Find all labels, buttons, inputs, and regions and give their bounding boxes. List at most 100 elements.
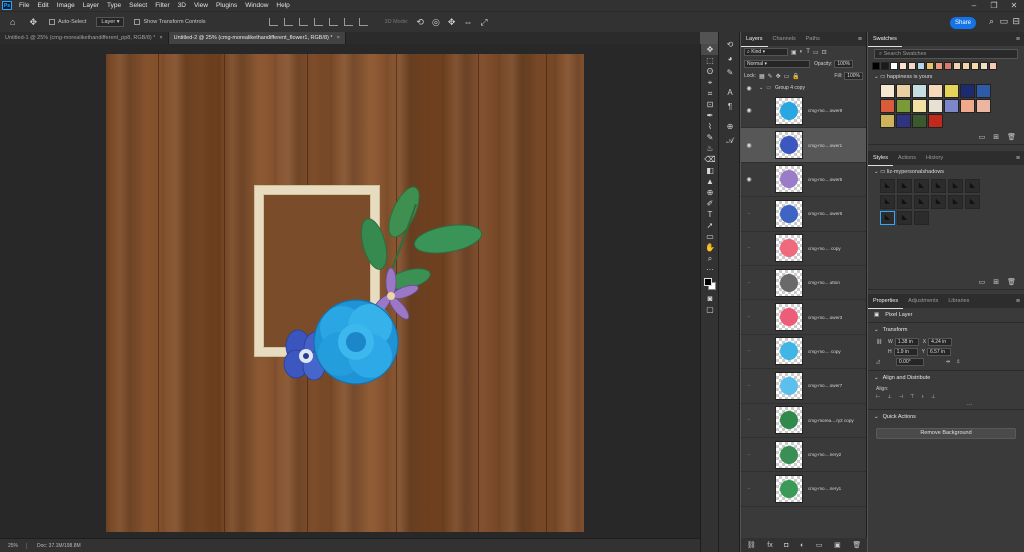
doc-tab-untitled-1[interactable]: Untitled-1 @ 25% (cmg-morealikethandiffe… <box>0 32 169 44</box>
foreground-color-swatch[interactable] <box>704 278 712 286</box>
align-left-icon[interactable] <box>268 18 278 26</box>
opacity-field[interactable]: 100% <box>834 60 854 68</box>
tab-paths[interactable]: Paths <box>801 32 825 46</box>
color-swatch[interactable] <box>980 62 988 70</box>
color-swatch[interactable] <box>989 62 997 70</box>
filter-shape-icon[interactable]: ▭ <box>813 49 819 56</box>
wood-background-layer[interactable] <box>106 54 584 532</box>
color-picker[interactable] <box>701 275 719 293</box>
swatch-group-header[interactable]: ⌄ ▭ happiness is yours <box>874 74 1018 80</box>
blend-mode-dropdown[interactable]: Normal ▾ <box>744 60 810 68</box>
workspace-icon[interactable]: ▭ <box>999 16 1008 27</box>
flip-vertical-icon[interactable]: ⇳ <box>956 359 960 365</box>
filter-type-icon[interactable]: T <box>806 49 810 55</box>
layer-row[interactable]: · cmg-mo....nery1 <box>741 472 866 507</box>
color-swatch[interactable] <box>896 84 911 98</box>
width-field[interactable]: 1.38 in <box>894 338 919 346</box>
height-field[interactable]: 1.9 in <box>893 348 918 356</box>
section-chevron-icon[interactable]: ⌄ <box>874 375 879 381</box>
color-swatch[interactable] <box>976 99 991 113</box>
color-swatch[interactable] <box>912 114 927 128</box>
align-section-header[interactable]: ⌄ Align and Distribute <box>868 371 1024 385</box>
panel-menu-icon[interactable]: ≡ <box>1016 36 1020 43</box>
more-options-icon[interactable]: ··· <box>967 402 972 408</box>
style-preset-icon[interactable]: ◣ <box>965 179 980 193</box>
menu-image[interactable]: Image <box>53 0 79 11</box>
style-preset-icon[interactable]: ◣ <box>897 211 912 225</box>
show-transform-checkbox[interactable] <box>134 19 141 25</box>
align-v-centers-icon[interactable]: ⊦ <box>921 394 924 400</box>
align-top-icon[interactable] <box>313 18 323 26</box>
visibility-off-icon[interactable]: · <box>741 383 757 389</box>
color-swatch[interactable] <box>896 99 911 113</box>
character-panel-icon[interactable]: A <box>719 86 741 100</box>
distribute-icon[interactable] <box>358 18 368 26</box>
color-swatch[interactable] <box>880 114 895 128</box>
flower-cluster-artwork[interactable] <box>106 54 584 532</box>
3d-scale-icon[interactable]: ⤢ <box>480 17 487 28</box>
color-swatch[interactable] <box>880 84 895 98</box>
color-swatch[interactable] <box>872 62 880 70</box>
color-swatch[interactable] <box>880 99 895 113</box>
menu-plugins[interactable]: Plugins <box>212 0 241 11</box>
tab-swatches[interactable]: Swatches <box>868 32 902 47</box>
spot-heal-tool-icon[interactable]: ⌇ <box>701 121 719 132</box>
style-preset-icon[interactable] <box>914 211 929 225</box>
color-swatch[interactable] <box>971 62 979 70</box>
flip-horizontal-icon[interactable]: ⇹ <box>946 359 950 365</box>
filter-smart-icon[interactable]: ⊡ <box>822 49 827 56</box>
group-expand-chevron-icon[interactable]: ⌄ <box>874 169 879 175</box>
layer-row[interactable]: · cmg-mo....ower3 <box>741 300 866 335</box>
3d-slide-icon[interactable]: ⇔ <box>463 17 472 27</box>
move-tool-icon[interactable]: ✥ <box>29 17 37 28</box>
brushes-panel-icon[interactable]: ✎ <box>719 66 741 80</box>
gradient-tool-icon[interactable]: ◧ <box>701 165 719 176</box>
filter-pixel-icon[interactable]: ▣ <box>791 49 797 56</box>
close-tab-icon[interactable]: × <box>337 35 340 41</box>
move-tool-icon[interactable]: ✥ <box>701 44 719 55</box>
layer-row[interactable]: · cmg-mo....nery2 <box>741 438 866 473</box>
transform-section-header[interactable]: ⌄ Transform <box>868 323 1024 337</box>
style-preset-icon[interactable]: ◣ <box>965 195 980 209</box>
type-tool-icon[interactable]: T <box>701 209 719 220</box>
visibility-eye-icon[interactable]: ◉ <box>741 176 757 183</box>
color-swatch[interactable] <box>944 62 952 70</box>
tab-properties[interactable]: Properties <box>868 294 904 309</box>
close-button[interactable]: ✕ <box>1004 0 1024 11</box>
group-expand-chevron-icon[interactable]: ⌄ <box>759 85 763 91</box>
color-swatch[interactable] <box>890 62 898 70</box>
visibility-off-icon[interactable]: · <box>741 348 757 354</box>
visibility-eye-icon[interactable]: ◉ <box>741 107 757 114</box>
lasso-tool-icon[interactable]: ʘ <box>701 66 719 77</box>
crop-tool-icon[interactable]: ⌗ <box>701 88 719 99</box>
auto-select-target-dropdown[interactable]: Layer ▾ <box>96 17 125 27</box>
new-swatch-icon[interactable]: ⊞ <box>993 133 999 141</box>
color-swatch[interactable] <box>960 99 975 113</box>
pen-tool-icon[interactable]: ✐ <box>701 198 719 209</box>
align-top-edges-icon[interactable]: ⊤ <box>910 394 914 400</box>
color-swatch[interactable] <box>912 84 927 98</box>
hand-tool-icon[interactable]: ✋ <box>701 242 719 253</box>
style-preset-icon[interactable]: ◣ <box>948 195 963 209</box>
dodge-tool-icon[interactable]: ⊕ <box>701 187 719 198</box>
tab-layers[interactable]: Layers <box>741 32 768 47</box>
menu-type[interactable]: Type <box>103 0 125 11</box>
share-button[interactable]: Share <box>950 17 976 29</box>
menu-view[interactable]: View <box>190 0 212 11</box>
tab-history[interactable]: History <box>921 151 948 165</box>
color-swatch[interactable] <box>953 62 961 70</box>
3d-pan-icon[interactable]: ✥ <box>448 17 456 28</box>
glyphs-panel-icon[interactable]: 𝒜 <box>719 134 741 148</box>
menu-file[interactable]: File <box>15 0 33 11</box>
angle-field[interactable]: 0.00° <box>896 358 924 366</box>
3d-orbit-icon[interactable]: ⟲ <box>416 17 424 28</box>
layer-row[interactable]: · cmg-mo....ower7 <box>741 369 866 404</box>
doc-tab-untitled-2[interactable]: Untitled-2 @ 25% (cmg-morealikethandiffe… <box>168 32 346 44</box>
group-expand-chevron-icon[interactable]: ⌄ <box>874 74 879 80</box>
new-layer-icon[interactable]: ▣ <box>834 541 841 549</box>
color-swatch[interactable] <box>960 84 975 98</box>
panel-menu-icon[interactable]: ≡ <box>1016 298 1020 305</box>
color-swatch[interactable] <box>976 84 991 98</box>
delete-style-icon[interactable]: 🗑 <box>1007 278 1016 286</box>
new-group-icon[interactable]: ▭ <box>979 133 986 141</box>
